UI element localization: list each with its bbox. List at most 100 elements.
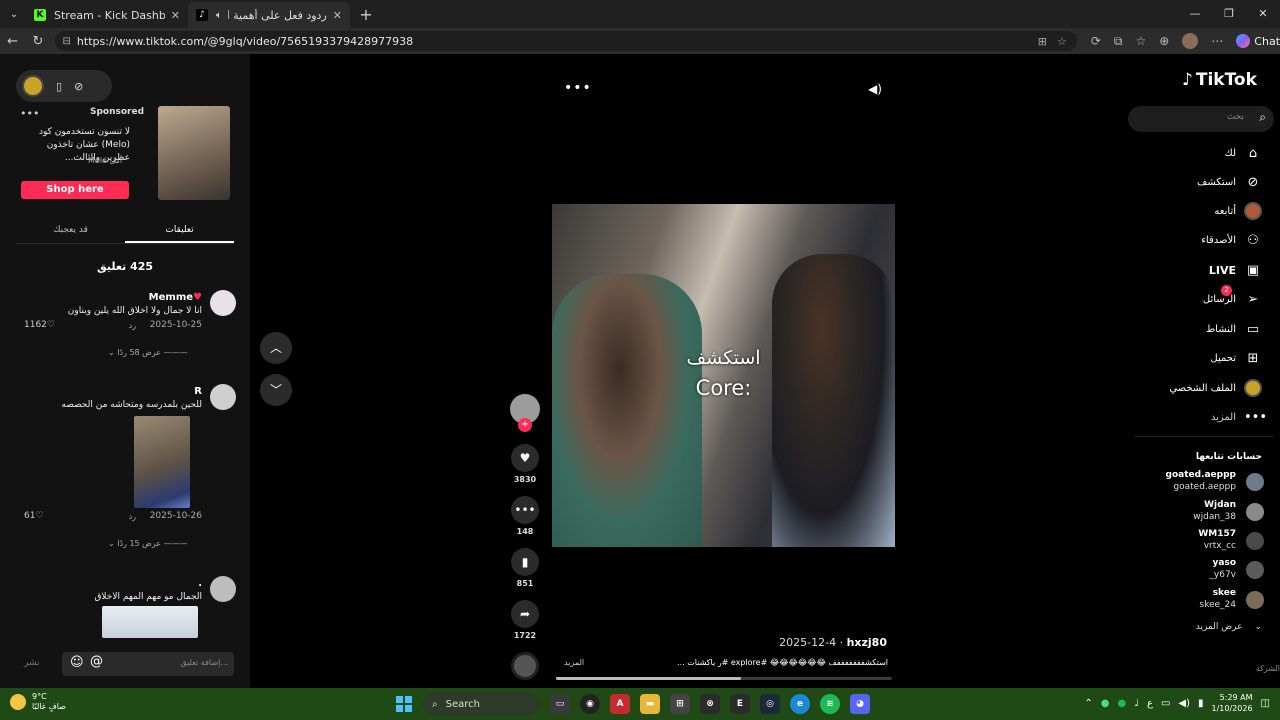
- comment-author-name[interactable]: R: [194, 386, 202, 397]
- url-field[interactable]: ⊟ https://www.tiktok.com/@9glq/video/756…: [54, 31, 1077, 51]
- nav-messages[interactable]: الرسائل ➢ 2: [1203, 285, 1262, 309]
- following-account[interactable]: goated.aeppp goated.aeppp: [1134, 470, 1264, 494]
- share-action[interactable]: ➦ 1722: [508, 600, 542, 640]
- music-disc-icon[interactable]: [511, 652, 539, 680]
- discord-icon[interactable]: ◕: [850, 694, 870, 714]
- tab-you-may-like[interactable]: قد يعجبك: [16, 220, 125, 243]
- battery-icon[interactable]: ▮: [1198, 698, 1204, 709]
- speaker-icon[interactable]: 🔈︎: [216, 10, 222, 21]
- app-available-icon[interactable]: ⊞: [1038, 35, 1047, 48]
- video-author-line[interactable]: 2025-12-4 · hxzj80: [779, 636, 887, 649]
- comment-image[interactable]: [134, 416, 190, 508]
- microphone-icon[interactable]: ♩: [1134, 698, 1139, 709]
- copilot-chat-button[interactable]: Chat: [1236, 34, 1280, 48]
- reply-link[interactable]: رد: [129, 321, 136, 330]
- chevron-up-icon[interactable]: ⌃: [1084, 698, 1092, 709]
- mention-icon[interactable]: @: [90, 654, 103, 669]
- video-author[interactable]: hxzj80: [847, 636, 887, 649]
- comment-input[interactable]: ☺ @ إضافة تعليق...: [62, 652, 234, 676]
- language-indicator[interactable]: ع: [1147, 698, 1153, 709]
- follow-plus-icon[interactable]: +: [518, 418, 532, 432]
- notifications-icon[interactable]: ◫: [1261, 698, 1270, 709]
- more-dots-icon[interactable]: •••: [20, 107, 39, 120]
- split-screen-icon[interactable]: ⧉: [1114, 34, 1123, 49]
- comment-image[interactable]: [102, 606, 198, 638]
- video-player[interactable]: استكشف Core:: [552, 204, 895, 547]
- nav-profile[interactable]: الملف الشخصي: [1169, 378, 1262, 398]
- refresh-icon[interactable]: ↻: [25, 34, 50, 49]
- reply-link[interactable]: رد: [129, 512, 136, 521]
- favorite-star-icon[interactable]: ☆: [1057, 35, 1067, 48]
- comment-author[interactable]: ♥Memme: [149, 292, 202, 303]
- steam-icon[interactable]: ◎: [760, 694, 780, 714]
- minimize-icon[interactable]: —: [1178, 0, 1212, 28]
- share-icon[interactable]: ➦: [511, 600, 539, 628]
- site-info-icon[interactable]: ⊟: [63, 36, 71, 47]
- more-options-icon[interactable]: •••: [564, 80, 592, 96]
- view-replies[interactable]: ⌄ عرض 58 ردًا ———: [108, 348, 188, 357]
- shop-here-button[interactable]: Shop here: [21, 181, 129, 199]
- nav-upload[interactable]: تحميل ⊞: [1210, 348, 1262, 368]
- app-red-icon[interactable]: A: [610, 694, 630, 714]
- company-link[interactable]: الشركة: [1256, 664, 1280, 673]
- network-icon[interactable]: ▭: [1161, 698, 1170, 709]
- avatar[interactable]: [210, 384, 236, 410]
- avatar[interactable]: [210, 290, 236, 316]
- spotify-icon[interactable]: ≋: [820, 694, 840, 714]
- nav-live[interactable]: LIVE ▣: [1209, 260, 1262, 280]
- compass-icon[interactable]: ⊘: [74, 80, 83, 93]
- settings-more-icon[interactable]: ⋯: [1211, 34, 1223, 48]
- creator-avatar[interactable]: [22, 75, 44, 97]
- following-account[interactable]: yaso _y67v: [1134, 558, 1264, 582]
- task-view-icon[interactable]: ▭: [550, 694, 570, 714]
- tray-app-icon[interactable]: ●: [1101, 698, 1110, 709]
- phone-icon[interactable]: ▯: [56, 80, 62, 93]
- epic-games-icon[interactable]: E: [730, 694, 750, 714]
- extensions-icon[interactable]: ⟳: [1091, 34, 1101, 48]
- file-explorer-icon[interactable]: ▬: [640, 694, 660, 714]
- edge-icon[interactable]: e: [790, 694, 810, 714]
- tab-list-button[interactable]: ⌄: [2, 4, 26, 24]
- favorites-icon[interactable]: ☆: [1135, 34, 1146, 48]
- volume-icon[interactable]: ◀︎): [1178, 698, 1190, 709]
- view-replies[interactable]: ⌄ عرض 15 ردًا ———: [108, 539, 188, 548]
- comment-likes[interactable]: 1162♡: [24, 320, 55, 330]
- clock[interactable]: 5:29 AM 1/10/2026: [1212, 692, 1253, 714]
- previous-video-button[interactable]: ︿: [260, 332, 292, 364]
- taskbar-search[interactable]: ⌕ Search: [422, 692, 540, 716]
- next-video-button[interactable]: ﹀: [260, 374, 292, 406]
- comment-icon[interactable]: •••: [511, 496, 539, 524]
- video-progress-bar[interactable]: [556, 677, 892, 680]
- bookmark-icon[interactable]: ▮: [511, 548, 539, 576]
- tab-tiktok[interactable]: ♪ 🔈︎ ردود فعل على أهمية الأخلاق وا... ✕: [188, 2, 350, 28]
- nav-for-you[interactable]: لك ⌂: [1225, 143, 1262, 163]
- search-icon[interactable]: ⌕: [1259, 110, 1266, 125]
- ad-thumbnail[interactable]: [158, 106, 230, 200]
- weather-widget[interactable]: 9°C صافٍ غالبًا: [10, 692, 66, 712]
- tiktok-logo[interactable]: ♪ TikTok: [1182, 70, 1257, 90]
- new-tab-button[interactable]: +: [354, 5, 378, 24]
- collections-icon[interactable]: ⊕: [1159, 34, 1169, 48]
- avatar[interactable]: [210, 576, 236, 602]
- like-action[interactable]: ♥ 3830: [508, 444, 542, 484]
- tab-kick-dashboard[interactable]: K Stream - Kick Dashboard ✕: [26, 2, 188, 28]
- windows-start-icon[interactable]: [396, 696, 412, 712]
- close-icon[interactable]: ✕: [333, 9, 342, 22]
- nav-explore[interactable]: استكشف ⊘: [1197, 172, 1262, 192]
- tab-comments[interactable]: تعليقات: [125, 220, 234, 243]
- xbox-icon[interactable]: ⊗: [700, 694, 720, 714]
- emoji-icon[interactable]: ☺: [70, 655, 84, 670]
- comment-likes[interactable]: 61♡: [24, 511, 44, 521]
- nav-friends[interactable]: الأصدقاء ⚇: [1201, 230, 1262, 250]
- save-action[interactable]: ▮ 851: [508, 548, 542, 588]
- following-account[interactable]: skee skee_24: [1134, 588, 1264, 612]
- comment-action[interactable]: ••• 148: [508, 496, 542, 536]
- profile-avatar[interactable]: [1182, 33, 1199, 49]
- search-input[interactable]: بحث ⌕: [1128, 106, 1274, 132]
- obs-icon[interactable]: ◉: [580, 694, 600, 714]
- restore-icon[interactable]: ❐: [1212, 0, 1246, 28]
- see-more-link[interactable]: ⌄ عرض المزيد: [1196, 622, 1262, 632]
- comment-author-name[interactable]: .: [198, 578, 202, 589]
- close-window-icon[interactable]: ✕: [1246, 0, 1280, 28]
- following-account[interactable]: WM157 vrtx_cc: [1134, 529, 1264, 553]
